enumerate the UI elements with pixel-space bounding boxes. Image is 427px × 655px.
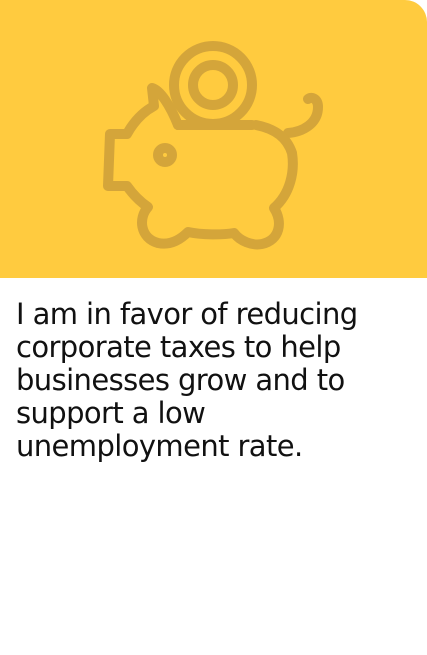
opinion-card[interactable]: I am in favor of reducing corporate taxe… — [0, 0, 427, 655]
piggy-bank-icon — [103, 41, 323, 250]
card-hero — [0, 0, 427, 278]
card-statement: I am in favor of reducing corporate taxe… — [16, 297, 358, 463]
